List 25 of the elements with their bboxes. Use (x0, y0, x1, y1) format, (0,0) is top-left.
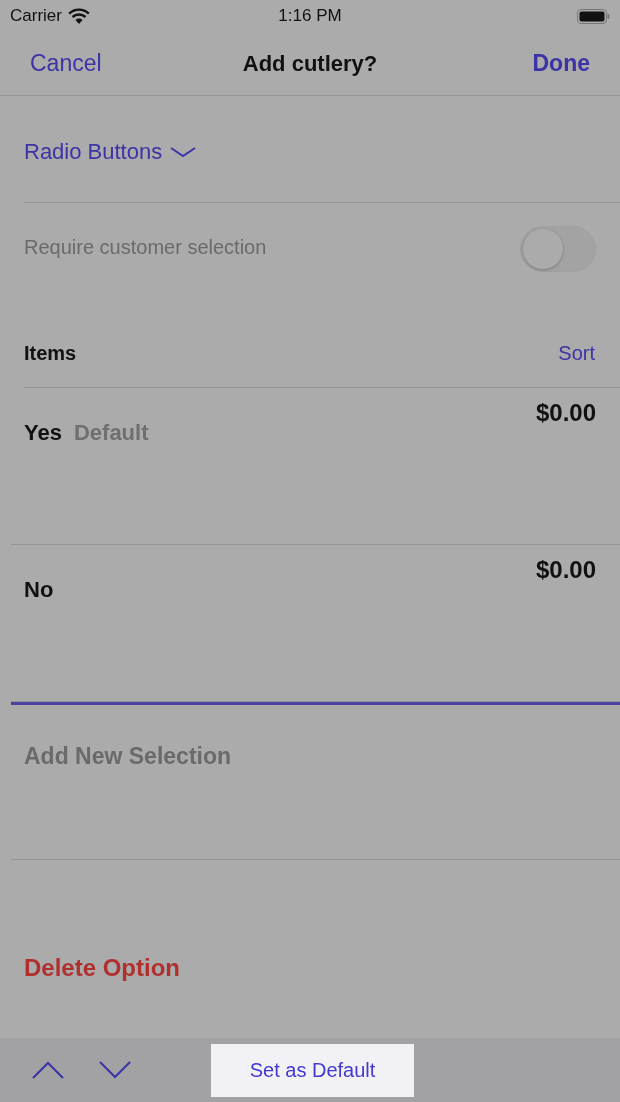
require-selection-label: Require customer selection (24, 236, 267, 259)
screen-title: Add cutlery? (242, 50, 378, 77)
set-default-button[interactable]: Set as Default (211, 1043, 414, 1097)
sort-button[interactable]: Sort (558, 342, 595, 365)
move-down-button[interactable] (99, 1061, 131, 1079)
wifi-icon (67, 8, 90, 24)
item-name: Yes (24, 420, 62, 446)
chevron-up-icon (32, 1061, 64, 1079)
cancel-button[interactable]: Cancel (30, 50, 102, 77)
default-tag: Default (73, 420, 149, 446)
items-heading: Items (24, 342, 77, 365)
chevron-down-icon (99, 1061, 131, 1079)
new-selection-field[interactable]: Add New Selection (11, 702, 620, 860)
done-button[interactable]: Done (532, 50, 590, 77)
type-dropdown[interactable]: Radio Buttons (24, 139, 197, 165)
delete-option-button[interactable]: Delete Option (24, 954, 180, 982)
battery-icon (577, 8, 610, 24)
carrier-label: Carrier (10, 6, 62, 26)
item-name: No (24, 577, 54, 603)
chevron-down-icon (170, 146, 197, 158)
move-up-button[interactable] (32, 1061, 64, 1079)
clock-label: 1:16 PM (278, 6, 342, 26)
require-selection-toggle[interactable] (520, 226, 596, 272)
item-price: $0.00 (535, 556, 596, 584)
item-price: $0.00 (535, 399, 596, 427)
